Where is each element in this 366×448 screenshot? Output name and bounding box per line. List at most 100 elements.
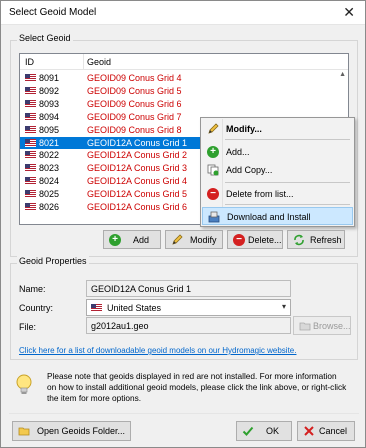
geoid-name: GEOID12A Conus Grid 6 (87, 202, 188, 212)
download-geoids-link[interactable]: Click here for a list of downloadable ge… (19, 346, 296, 355)
menu-item-modify[interactable]: Modify... (202, 120, 353, 138)
add-button[interactable]: + Add (103, 230, 161, 249)
menu-separator (225, 139, 350, 140)
geoid-name: GEOID09 Conus Grid 7 (87, 111, 182, 122)
open-geoids-folder-button[interactable]: Open Geoids Folder... (12, 421, 131, 441)
geoid-name: GEOID09 Conus Grid 5 (87, 85, 182, 96)
cancel-button[interactable]: Cancel (297, 421, 355, 441)
geoid-id: 8024 (39, 176, 60, 187)
lightbulb-icon (15, 373, 33, 399)
geoid-name: GEOID12A Conus Grid 2 (87, 150, 188, 161)
us-flag-icon (25, 125, 36, 134)
delete-button[interactable]: − Delete... (227, 230, 283, 249)
country-select[interactable]: United States ▾ (86, 299, 291, 316)
browse-button-label: Browse... (313, 321, 351, 331)
column-header-geoid[interactable]: Geoid (87, 57, 111, 67)
geoid-id: 8092 (39, 85, 60, 96)
geoid-name: GEOID09 Conus Grid 6 (87, 98, 182, 109)
us-flag-icon (25, 190, 36, 199)
geoid-id: 8023 (39, 163, 60, 174)
window-title: Select Geoid Model (9, 7, 97, 18)
geoid-id: 8025 (39, 189, 60, 200)
refresh-button[interactable]: Refresh (287, 230, 345, 249)
us-flag-icon (25, 203, 36, 211)
geoid-name: GEOID12A Conus Grid 3 (87, 163, 188, 174)
green-plus-icon: + (109, 234, 121, 246)
menu-item-delete[interactable]: − Delete from list... (202, 185, 353, 203)
chevron-down-icon[interactable]: ▾ (282, 302, 286, 311)
geoid-name: GEOID12A Conus Grid 1 (87, 137, 188, 148)
geoid-id: 8093 (39, 98, 60, 109)
menu-item-download-install[interactable]: Download and Install (202, 207, 353, 225)
refresh-button-label: Refresh (310, 235, 342, 245)
geoid-id: 8026 (39, 202, 60, 212)
geoid-name: GEOID12A Conus Grid 4 (87, 176, 188, 187)
ok-button-label: OK (266, 426, 280, 436)
list-header: ID Geoid ▲ (20, 54, 348, 78)
us-flag-icon (25, 177, 36, 186)
menu-item-label: Modify... (226, 124, 262, 134)
copy-icon (207, 164, 219, 176)
country-value: United States (107, 303, 162, 313)
us-flag-icon (25, 86, 36, 95)
geoid-id: 8094 (39, 111, 60, 122)
file-value: g2012au1.geo (91, 321, 149, 331)
refresh-icon (293, 234, 305, 246)
menu-item-add[interactable]: + Add... (202, 143, 353, 161)
checkmark-icon (242, 425, 254, 437)
folder-icon (18, 425, 30, 437)
list-item[interactable]: 8093 GEOID09 Conus Grid 6 (20, 98, 348, 110)
modify-button-label: Modify (190, 235, 217, 245)
menu-item-add-copy[interactable]: Add Copy... (202, 161, 353, 179)
cancel-button-label: Cancel (319, 426, 348, 436)
file-field: g2012au1.geo (86, 317, 291, 334)
folder-icon (299, 320, 311, 332)
geoid-id: 8091 (39, 73, 60, 83)
country-label: Country: (19, 303, 54, 313)
open-folder-label: Open Geoids Folder... (37, 426, 126, 436)
geoid-id: 8022 (39, 150, 60, 161)
download-icon (208, 211, 220, 223)
menu-item-label: Add Copy... (226, 165, 273, 175)
geoid-id: 8021 (39, 137, 60, 148)
add-button-label: Add (133, 235, 150, 245)
pencil-icon (171, 234, 183, 246)
ok-button[interactable]: OK (236, 421, 292, 441)
pencil-icon (207, 123, 219, 135)
column-header-id[interactable]: ID (25, 57, 34, 67)
geoid-name: GEOID12A Conus Grid 5 (87, 189, 188, 200)
note-text: Please note that geoids displayed in red… (47, 371, 347, 403)
modify-button[interactable]: Modify (165, 230, 223, 249)
menu-item-label: Download and Install (227, 212, 311, 222)
red-x-icon (303, 425, 315, 437)
browse-button[interactable]: Browse... (293, 316, 351, 335)
delete-button-label: Delete... (248, 235, 282, 245)
red-minus-icon: − (233, 234, 245, 246)
select-geoid-group-label: Select Geoid (17, 33, 73, 43)
list-item[interactable]: 8092 GEOID09 Conus Grid 5 (20, 85, 348, 97)
column-divider[interactable] (83, 54, 84, 70)
title-bar: Select Geoid Model ✕ (1, 1, 365, 25)
us-flag-icon (25, 164, 36, 173)
us-flag-icon (25, 99, 36, 108)
geoid-name: GEOID09 Conus Grid 8 (87, 124, 182, 135)
geoid-id: 8095 (39, 124, 60, 135)
info-note: Please note that geoids displayed in red… (11, 369, 357, 413)
us-flag-icon (25, 138, 36, 147)
name-value: GEOID12A Conus Grid 1 (91, 284, 192, 294)
us-flag-icon (25, 74, 36, 82)
close-icon[interactable]: ✕ (343, 4, 355, 20)
us-flag-icon (25, 151, 36, 160)
green-plus-icon: + (207, 146, 219, 158)
properties-group-label: Geoid Properties (17, 256, 89, 266)
context-menu: Modify... + Add... Add Copy... − Delete … (200, 117, 355, 227)
us-flag-icon (25, 112, 36, 121)
name-field: GEOID12A Conus Grid 1 (86, 280, 291, 297)
list-item[interactable]: 8091 GEOID09 Conus Grid 4 (20, 72, 348, 84)
footer-separator (9, 413, 359, 414)
us-flag-icon (91, 304, 102, 312)
menu-item-label: Delete from list... (226, 189, 294, 199)
dialog-window: Select Geoid Model ✕ Select Geoid ID Geo… (0, 0, 366, 448)
menu-separator (225, 204, 350, 205)
menu-separator (225, 182, 350, 183)
